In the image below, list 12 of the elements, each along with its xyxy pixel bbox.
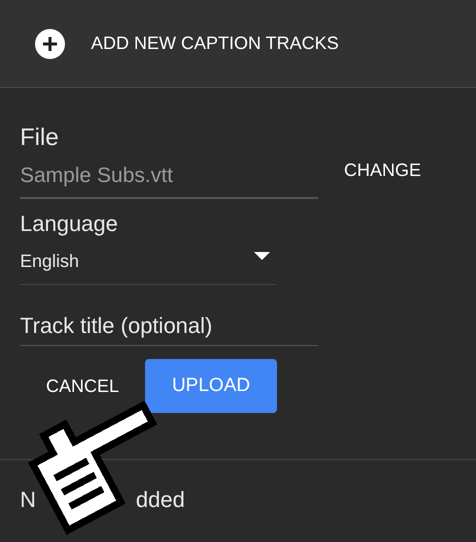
caret-icon bbox=[254, 252, 270, 260]
cancel-button[interactable]: CANCEL bbox=[46, 370, 120, 402]
empty-message-start: N bbox=[20, 487, 36, 513]
track-title-field[interactable]: Track title (optional) bbox=[20, 313, 318, 346]
field-label: Language bbox=[20, 211, 119, 237]
field-label: File bbox=[20, 124, 60, 152]
upload-button[interactable]: UPLOAD bbox=[145, 359, 278, 413]
file-field[interactable]: Sample Subs.vtt bbox=[20, 160, 318, 199]
empty-message-end: dded bbox=[136, 487, 185, 513]
change-button[interactable]: CHANGE bbox=[344, 154, 422, 187]
add-icon bbox=[34, 28, 66, 60]
language-dropdown[interactable]: English bbox=[20, 241, 276, 285]
